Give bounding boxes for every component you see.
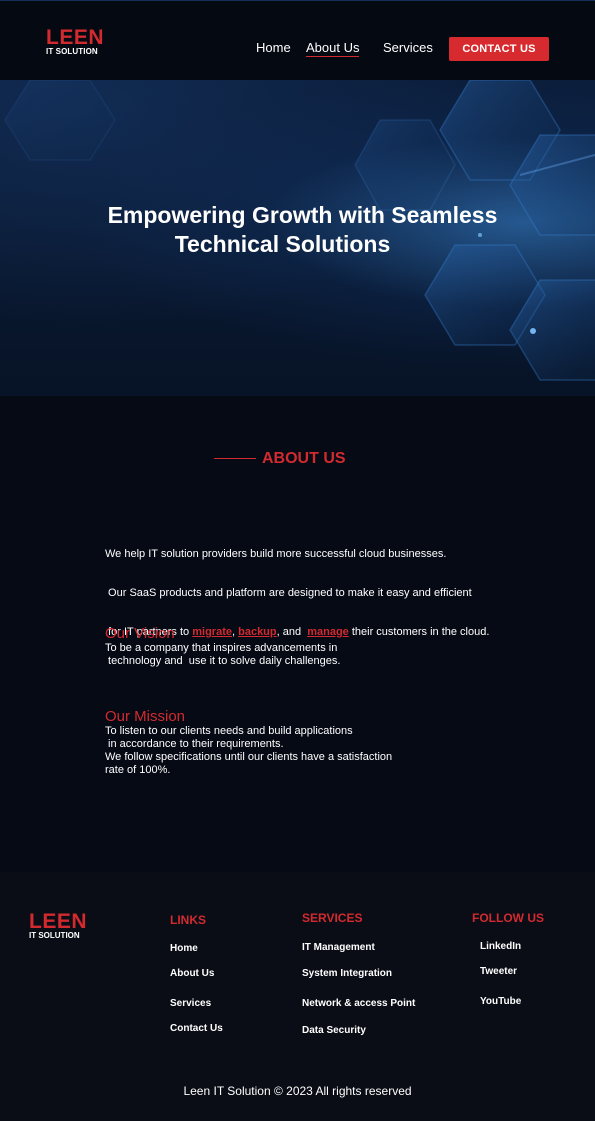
footer-link-home[interactable]: Home bbox=[170, 943, 198, 954]
logo-wordmark: LEEN bbox=[46, 26, 105, 49]
separator-and: , and bbox=[276, 626, 308, 638]
nav-home[interactable]: Home bbox=[256, 40, 291, 55]
migrate-link[interactable]: migrate bbox=[192, 626, 232, 638]
footer-follow-heading: FOLLOW US bbox=[472, 911, 544, 925]
vision-text: To be a company that inspires advancemen… bbox=[105, 642, 341, 667]
footer-service-data-security[interactable]: Data Security bbox=[302, 1025, 366, 1036]
copyright-text: Leen IT Solution © 2023 All rights reser… bbox=[183, 1084, 412, 1098]
about-heading: ABOUT US bbox=[262, 450, 346, 467]
footer-logo-tagline: IT SOLUTION bbox=[29, 931, 80, 940]
hero-banner: Empowering Growth with Seamless Technica… bbox=[0, 80, 595, 396]
hero-title-line-1: Empowering Growth with Seamless bbox=[107, 202, 498, 228]
backup-link[interactable]: backup bbox=[238, 626, 277, 638]
site-header: LEEN IT SOLUTION Home About Us Services … bbox=[0, 0, 595, 80]
footer-follow-youtube[interactable]: YouTube bbox=[480, 996, 521, 1007]
about-line-3-suffix: their customers in the cloud. bbox=[348, 626, 490, 638]
contact-us-button[interactable]: CONTACT US bbox=[449, 37, 549, 61]
footer-service-network-access-point[interactable]: Network & access Point bbox=[302, 998, 415, 1009]
logo-tagline: IT SOLUTION bbox=[46, 47, 98, 56]
footer-link-services[interactable]: Services bbox=[170, 998, 211, 1009]
mission-text: To listen to our clients needs and build… bbox=[105, 725, 393, 776]
footer-follow-linkedin[interactable]: LinkedIn bbox=[480, 941, 521, 952]
vision-title: Our Vision bbox=[105, 625, 175, 642]
footer-links-heading: LINKS bbox=[170, 913, 206, 927]
footer-services-heading: SERVICES bbox=[302, 911, 363, 925]
about-line-2: Our SaaS products and platform are desig… bbox=[105, 587, 472, 599]
footer-service-it-management[interactable]: IT Management bbox=[302, 942, 375, 953]
logo[interactable]: LEEN IT SOLUTION bbox=[46, 27, 104, 56]
footer-follow-tweeter[interactable]: Tweeter bbox=[480, 966, 517, 977]
footer-logo-wordmark: LEEN bbox=[29, 910, 88, 933]
footer-link-about-us[interactable]: About Us bbox=[170, 968, 214, 979]
footer-logo[interactable]: LEEN IT SOLUTION bbox=[29, 911, 87, 940]
nav-about-us[interactable]: About Us bbox=[306, 40, 360, 57]
hero-title: Empowering Growth with Seamless Technica… bbox=[30, 201, 565, 259]
mission-title: Our Mission bbox=[105, 708, 186, 725]
hero-title-line-2: Technical Solutions bbox=[174, 231, 391, 257]
footer-link-contact-us[interactable]: Contact Us bbox=[170, 1023, 223, 1034]
about-line-1: We help IT solution providers build more… bbox=[105, 548, 447, 560]
manage-link[interactable]: manage bbox=[307, 626, 349, 638]
footer-service-system-integration[interactable]: System Integration bbox=[302, 968, 392, 979]
nav-services[interactable]: Services bbox=[383, 40, 433, 55]
about-heading-rule bbox=[214, 458, 256, 459]
